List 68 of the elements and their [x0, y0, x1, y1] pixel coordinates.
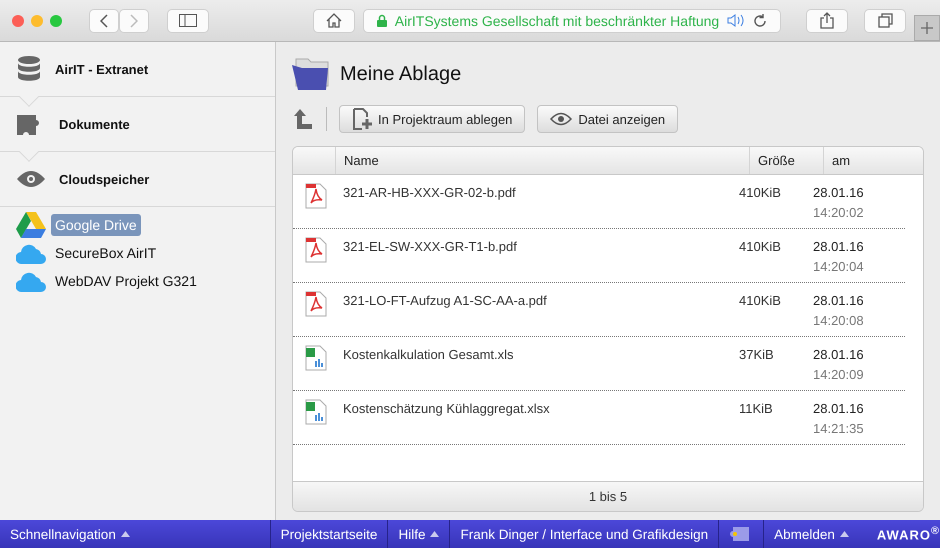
- sidebar-heading[interactable]: AirIT - Extranet: [55, 62, 148, 76]
- eye-icon: [17, 171, 45, 187]
- file-time: 14:21:35: [813, 421, 865, 436]
- file-date: 28.01.16: [813, 239, 865, 254]
- nav-menu-item[interactable]: Schnellnavigation: [0, 520, 271, 548]
- column-header[interactable]: Name: [335, 147, 749, 174]
- file-date: 28.01.16: [813, 401, 865, 416]
- nav-menu-item[interactable]: Projektstartseite: [270, 520, 388, 548]
- speaker-icon: [727, 14, 746, 27]
- tabs-button[interactable]: [864, 8, 906, 32]
- eye-icon: [550, 112, 572, 126]
- action-button[interactable]: In Projektraum ablegen: [339, 105, 526, 133]
- drive-icon: [16, 212, 46, 238]
- file-name[interactable]: Kostenschätzung Kühlaggregat.xlsx: [343, 399, 739, 416]
- file-size: 410KiB: [739, 292, 782, 308]
- nav-menu-item[interactable]: Hilfe: [388, 520, 450, 548]
- plus-icon: [921, 22, 933, 34]
- file-name[interactable]: 321-LO-FT-Aufzug A1-SC-AA-a.pdf: [343, 291, 739, 308]
- home-icon: [326, 13, 342, 28]
- storage-item[interactable]: SecureBox AirIT: [51, 242, 160, 264]
- add-document-icon: [352, 108, 372, 130]
- pdf-file-icon: [305, 183, 327, 209]
- file-time: 14:20:09: [813, 367, 865, 382]
- sidebar-heading[interactable]: Cloudspeicher: [59, 172, 150, 186]
- share-button[interactable]: [806, 8, 848, 32]
- file-name[interactable]: Kostenkalkulation Gesamt.xls: [343, 345, 739, 362]
- reload-icon: [753, 14, 768, 28]
- logout-menu[interactable]: Abmelden: [764, 520, 859, 548]
- address-text: AirITSystems Gesellschaft mit beschränkter Haftung: [394, 12, 720, 28]
- file-time: 14:20:02: [813, 205, 865, 220]
- lock-icon: [376, 14, 387, 27]
- column-header[interactable]: Größe: [749, 147, 823, 174]
- sidebar-heading[interactable]: Dokumente: [59, 116, 130, 132]
- pdf-file-icon: [305, 237, 327, 263]
- storage-item[interactable]: WebDAV Projekt G321: [51, 270, 201, 292]
- spreadsheet-file-icon: [305, 399, 327, 425]
- action-button[interactable]: Datei anzeigen: [537, 105, 678, 133]
- logo: AWARO$^{®}$: [876, 525, 940, 543]
- file-time: 14:20:04: [813, 259, 865, 274]
- sidebar-icon: [179, 14, 197, 27]
- file-size: 410KiB: [739, 184, 782, 200]
- file-size: 37KiB: [739, 346, 775, 362]
- chevron-right-icon: [130, 14, 138, 28]
- chevron-left-icon: [100, 14, 108, 28]
- cloud-icon: [16, 270, 46, 292]
- file-time: 14:20:08: [813, 313, 865, 328]
- tabs-icon: [878, 13, 892, 28]
- sidebar-button[interactable]: [167, 8, 209, 32]
- file-date: 28.01.16: [813, 347, 865, 362]
- file-date: 28.01.16: [813, 293, 865, 308]
- cloud-icon: [16, 242, 46, 264]
- nav-menu-item[interactable]: Frank Dinger / Interface und Grafikdesign: [450, 520, 720, 548]
- new-tab-button[interactable]: [914, 14, 940, 40]
- share-icon: [820, 12, 834, 29]
- page-title: Meine Ablage: [340, 62, 462, 86]
- file-size: 410KiB: [739, 238, 782, 254]
- file-date: 28.01.16: [813, 185, 865, 200]
- spreadsheet-file-icon: [305, 345, 327, 371]
- column-header[interactable]: am: [823, 147, 923, 174]
- back-button[interactable]: [89, 8, 119, 32]
- file-name[interactable]: 321-AR-HB-XXX-GR-02-b.pdf: [343, 183, 739, 200]
- page-range: 1 bis 5: [588, 489, 628, 504]
- home-button[interactable]: [313, 8, 355, 32]
- pdf-file-icon: [305, 291, 327, 317]
- file-size: 11KiB: [739, 400, 774, 416]
- up-arrow-icon[interactable]: [292, 108, 314, 130]
- database-icon: [17, 56, 41, 82]
- file-name[interactable]: 321-EL-SW-XXX-GR-T1-b.pdf: [343, 237, 739, 254]
